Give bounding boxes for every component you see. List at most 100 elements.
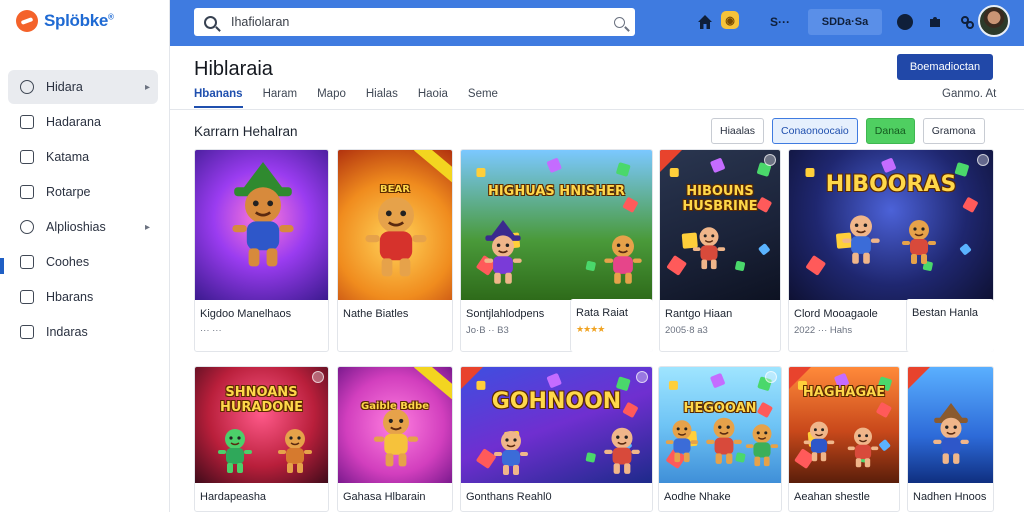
sidebar-item-rotarpe[interactable]: Rotarpe [8, 175, 158, 209]
game-thumbnail[interactable]: HIBOORAS [789, 150, 993, 300]
sidebar-item-label: Indaras [46, 325, 88, 339]
favorite-icon[interactable] [636, 371, 648, 383]
primary-action-button[interactable]: Boemadioctan [897, 54, 993, 80]
game-title: Rata Raiat [576, 307, 628, 319]
game-thumbnail[interactable]: BEAR [338, 150, 452, 300]
favorite-icon[interactable] [977, 154, 989, 166]
game-thumbnail[interactable]: HEGOOAN [659, 367, 781, 483]
game-thumbnail[interactable] [908, 367, 993, 483]
brand-mark: ® [108, 12, 114, 22]
character-illustration [360, 172, 432, 285]
decor-block [668, 380, 678, 390]
game-card[interactable]: Rata Raiat ★★★★ [570, 299, 653, 352]
sidebar-item-label: Coohes [46, 255, 90, 269]
chevron-right-icon: ▸ [144, 81, 150, 93]
decor-block [710, 158, 725, 173]
search-bar[interactable]: Ihafiolaran [194, 8, 635, 36]
tab-seme[interactable]: Seme [468, 88, 498, 108]
tab-hialas[interactable]: Hialas [366, 88, 398, 108]
sidebar-item-alplioshias[interactable]: Alplioshias ▸ [8, 210, 158, 244]
corner-badge [660, 150, 682, 172]
game-meta: ··· ··· [664, 508, 686, 511]
header-link[interactable]: Ganmo. At [942, 88, 996, 100]
game-meta: Jo·B ·· B3 [466, 325, 509, 336]
game-card[interactable]: SHNOANS HURADONE Hardapeasha ··· ··· [194, 366, 329, 512]
character-illustration [275, 415, 315, 480]
game-card[interactable]: Nadhen Hnoos ··· [907, 366, 994, 512]
puzzle-icon[interactable] [924, 11, 946, 33]
filter-button-selected[interactable]: Conaonoocaio [772, 118, 858, 144]
sidebar-item-indaras[interactable]: Indaras [8, 315, 158, 349]
game-title: Aodhe Nhake [664, 491, 731, 503]
bookmark-icon [20, 115, 34, 129]
character-illustration [601, 413, 643, 481]
game-thumbnail[interactable]: SHNOANS HURADONE [195, 367, 328, 483]
profile-icon[interactable] [894, 11, 916, 33]
active-indicator [0, 258, 4, 274]
status-indicator[interactable]: S··· [760, 11, 800, 33]
decor-block [585, 261, 596, 271]
favorite-icon[interactable] [764, 154, 776, 166]
filter-button[interactable]: Gramona [922, 118, 985, 144]
character-illustration [899, 206, 939, 271]
sidebar-item-hbarans[interactable]: Hbarans [8, 280, 158, 314]
game-card[interactable]: HAT Kigdoo Manelhaos ··· ··· [194, 149, 329, 352]
tab-bar: Hbanans Haram Mapo Hialas Haoia Seme [194, 88, 518, 108]
sidebar-item-katama[interactable]: Katama [8, 140, 158, 174]
brand-logo-icon [16, 10, 38, 32]
game-card[interactable]: BEAR Nathe Biatles [337, 149, 453, 352]
corner-badge [908, 367, 930, 389]
game-thumbnail[interactable]: HIGHUAS HNISHER [461, 150, 652, 300]
page-title: Hiblaraia [194, 58, 273, 80]
user-avatar[interactable] [978, 5, 1010, 37]
game-thumbnail[interactable]: Gaible Bdbe [338, 367, 452, 483]
home-icon[interactable] [694, 11, 716, 33]
decor-block [622, 197, 638, 213]
character-illustration [703, 403, 745, 471]
character-illustration [663, 407, 701, 469]
home-icon [20, 290, 34, 304]
sidebar-item-label: Hadarana [46, 115, 101, 129]
game-card[interactable]: HEGOOAN Aodhe Nhake ··· ··· [658, 366, 782, 512]
game-thumbnail[interactable]: HIBOUNS HUSBRINE [660, 150, 780, 300]
favorite-icon[interactable] [312, 371, 324, 383]
tab-mapo[interactable]: Mapo [317, 88, 346, 108]
game-title: Rantgo Hiaan [665, 308, 733, 320]
brand-name: Splöbke [44, 11, 109, 30]
sidebar-item-label: Katama [46, 150, 90, 164]
character-illustration [839, 200, 883, 271]
filter-button[interactable]: Hiaalas [711, 118, 765, 144]
game-card[interactable]: Gaible Bdbe Gahasa Hlbarain ··· [337, 366, 453, 512]
settings-icon[interactable] [956, 11, 978, 33]
sidebar-item-label: Hidara [46, 80, 83, 94]
game-meta: ··· [913, 508, 923, 511]
game-thumbnail[interactable]: HAT [195, 150, 328, 300]
game-title: Bestan Hanla [912, 307, 979, 319]
tab-haram[interactable]: Haram [263, 88, 298, 108]
decor-block [616, 162, 631, 177]
tab-haoia[interactable]: Haoia [418, 88, 448, 108]
game-card[interactable]: HAGHAGAE Aeahan shestle ··· ··· [788, 366, 900, 512]
game-thumbnail[interactable]: HAGHAGAE [789, 367, 899, 483]
game-art-title: SHNOANS HURADONE [219, 385, 304, 415]
game-thumbnail[interactable]: GOHNOON [461, 367, 652, 483]
sidebar-item-hidara[interactable]: Hidara ▸ [8, 70, 158, 104]
notification-badge-icon[interactable]: ◉ [721, 11, 739, 29]
sidebar-item-coohes[interactable]: Coohes [8, 245, 158, 279]
account-chip[interactable]: SDDa·Sa [808, 9, 882, 35]
game-card[interactable]: HIBOUNS HUSBRINE Rantgo Hiaan 2005·8 a3 [659, 149, 781, 352]
search-input[interactable]: Ihafiolaran [231, 15, 600, 29]
favorite-icon[interactable] [765, 371, 777, 383]
corner-badge [461, 367, 483, 389]
game-card[interactable]: GOHNOON Gonthans Reahl0 ··· ··· [460, 366, 653, 512]
game-card[interactable]: Bestan Hanla [906, 299, 994, 352]
character-illustration [930, 403, 972, 471]
search-submit-icon[interactable] [614, 16, 625, 28]
brand-logo[interactable]: Splöbke® [16, 8, 114, 34]
character-illustration [215, 415, 255, 480]
filter-button-green[interactable]: Danaa [865, 118, 915, 144]
sidebar-item-hadarana[interactable]: Hadarana [8, 105, 158, 139]
game-title: Aeahan shestle [794, 491, 870, 503]
tab-hbanans[interactable]: Hbanans [194, 88, 243, 108]
decor-block [546, 158, 562, 173]
